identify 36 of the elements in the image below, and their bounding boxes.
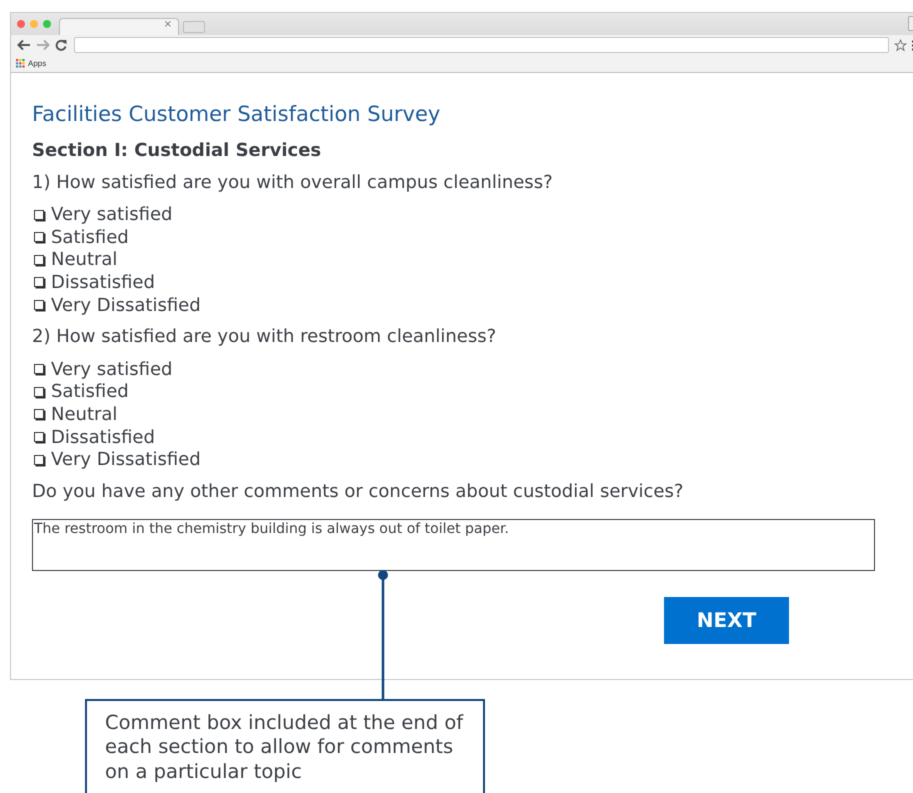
option-label: Very satisfied: [51, 204, 172, 226]
option-label: Very Dissatisfied: [51, 294, 201, 316]
bookmark-label: Apps: [28, 59, 46, 68]
checkbox[interactable]: [34, 300, 44, 310]
option-label: Dissatisfied: [51, 272, 155, 293]
checkbox[interactable]: [34, 386, 44, 397]
question-text: 2) How satisfied are you with restroom cleanliness?: [32, 326, 498, 348]
checkbox[interactable]: [34, 232, 44, 242]
option-label: Satisfied: [51, 381, 129, 402]
callout-note: Comment box included at the end of each section to allow for comments on a particular topic: [85, 699, 485, 793]
option-label: Very satisfied: [51, 358, 172, 380]
section-heading: Section I: Custodial Services: [32, 140, 322, 162]
checkbox[interactable]: [34, 454, 44, 465]
question-text: 1) How satisfied are you with overall campus cleanliness?: [32, 172, 554, 194]
comment-prompt: Do you have any other comments or concerns about custodial services?: [32, 480, 684, 502]
checkbox[interactable]: [34, 432, 44, 442]
checkbox[interactable]: [34, 364, 44, 374]
next-button[interactable]: NEXT: [664, 596, 789, 644]
survey-title: Facilities Customer Satisfaction Survey: [32, 102, 442, 128]
option-label: Satisfied: [51, 226, 129, 248]
reload-icon[interactable]: [55, 39, 67, 51]
option-label: Dissatisfied: [51, 426, 155, 448]
checkbox[interactable]: [34, 409, 44, 420]
close-tab-button[interactable]: ×: [164, 19, 172, 30]
checkbox[interactable]: [34, 254, 44, 265]
apps-bookmark[interactable]: Apps: [16, 59, 46, 68]
apps-grid-icon: [16, 59, 25, 68]
browser-tab[interactable]: ×: [59, 18, 179, 35]
checkbox[interactable]: [34, 210, 44, 220]
checkbox[interactable]: [34, 277, 44, 288]
comment-field[interactable]: The restroom in the chemistry building is always out of toilet paper.: [32, 518, 875, 570]
option-label: Neutral: [51, 404, 118, 425]
option-label: Neutral: [51, 249, 118, 270]
star-icon[interactable]: [894, 38, 907, 52]
option-label: Very Dissatisfied: [51, 449, 201, 470]
back-icon[interactable]: [17, 39, 31, 51]
